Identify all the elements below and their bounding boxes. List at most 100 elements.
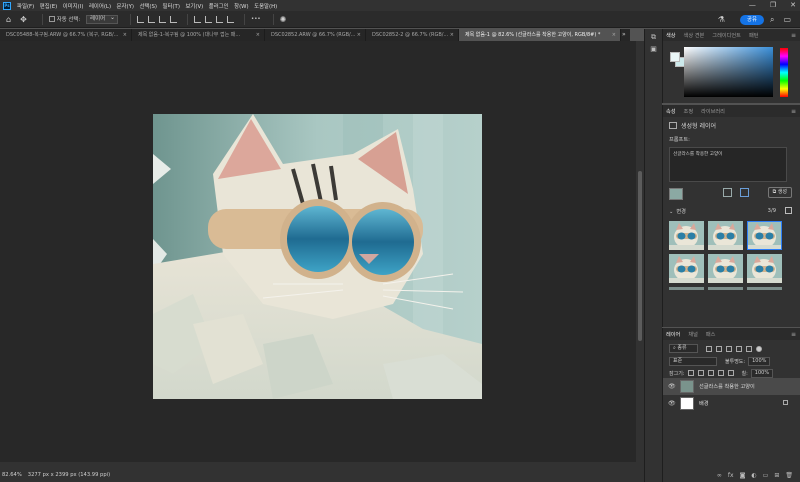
new-layer-icon[interactable]: ⊞ — [774, 472, 779, 479]
layer-name[interactable]: 배경 — [699, 400, 709, 407]
lock-artboard-icon[interactable] — [717, 370, 724, 376]
panel-menu-icon[interactable]: ≡ — [791, 32, 796, 39]
close-tab-icon[interactable]: × — [357, 29, 361, 41]
menu-image[interactable]: 이미지(I) — [63, 2, 84, 10]
layer-name[interactable]: 선글라스를 착용한 고양이 — [699, 383, 755, 390]
shape-filter-icon[interactable] — [735, 345, 742, 352]
tab-libraries[interactable]: 라이브러리 — [701, 108, 725, 115]
workspace-icon[interactable]: ▭ — [783, 15, 791, 24]
lock-transparent-icon[interactable] — [687, 370, 694, 376]
more-options-button[interactable]: ••• — [251, 16, 261, 22]
pixel-filter-icon[interactable] — [705, 345, 712, 352]
layer-item-generated[interactable]: 👁 선글라스를 착용한 고양이 — [663, 378, 800, 395]
menu-filter[interactable]: 필터(T) — [163, 2, 180, 10]
document-info[interactable]: 3277 px x 2399 px (143.99 ppi) — [28, 472, 110, 478]
tab-paths[interactable]: 패스 — [706, 331, 716, 338]
tab-dsc05488[interactable]: DSC05488-복구됨.ARW @ 66.7% (복구, RGB/... × — [0, 29, 132, 41]
type-filter-icon[interactable] — [725, 345, 732, 352]
restore-button[interactable]: ❐ — [770, 1, 776, 10]
adjustment-filter-icon[interactable] — [715, 345, 722, 352]
foreground-color-swatch[interactable] — [670, 52, 680, 62]
visibility-eye-icon[interactable]: 👁 — [668, 383, 677, 390]
variation-thumbnail[interactable] — [669, 221, 704, 250]
tab-untitled-1-active[interactable]: 제목 없음-1 @ 82.6% (선글라스를 착용한 고양이, RGB/8#) … — [459, 29, 621, 41]
flag-icon[interactable] — [723, 188, 732, 197]
3d-mode-icon[interactable]: ✺ — [280, 15, 287, 24]
zoom-level[interactable]: 82.64% — [2, 472, 22, 478]
menu-plugins[interactable]: 플러그인 — [209, 2, 229, 10]
panel-menu-icon[interactable]: ≡ — [791, 331, 796, 338]
prompt-input[interactable]: 선글라스를 착용한 고양이 — [669, 147, 787, 182]
close-tab-icon[interactable]: × — [123, 29, 127, 41]
lock-icon[interactable] — [783, 400, 788, 405]
tab-dsc02852-2[interactable]: DSC02852-2 @ 66.7% (RGB/... × — [366, 29, 459, 41]
menu-edit[interactable]: 편집(E) — [40, 2, 58, 10]
delete-layer-icon[interactable]: 🗑 — [785, 472, 793, 479]
tab-gradients[interactable]: 그레이디언트 — [712, 32, 741, 39]
tab-layers[interactable]: 레이어 — [666, 331, 680, 338]
move-tool-icon[interactable]: ✥ — [20, 15, 27, 24]
home-icon[interactable]: ⌂ — [6, 15, 11, 24]
lock-all-icon[interactable] — [727, 370, 734, 376]
variation-thumbnail[interactable] — [708, 254, 743, 283]
auto-select-target-select[interactable]: 레이어 — [86, 14, 119, 24]
tab-untitled-recovered[interactable]: 제목 없음-1-복구됨 @ 100% (대나무 껍는 패... × — [132, 29, 265, 41]
menu-select[interactable]: 선택(S) — [139, 2, 157, 10]
tab-patterns[interactable]: 패턴 — [749, 32, 759, 39]
layer-style-icon[interactable]: fx — [728, 472, 734, 479]
variation-thumbnail[interactable] — [747, 254, 782, 283]
blend-mode-select[interactable]: 표준 — [669, 356, 717, 366]
generate-button[interactable]: ⧉ 생성 — [767, 187, 792, 198]
align-top-icon[interactable] — [194, 15, 202, 23]
menu-window[interactable]: 창(W) — [234, 2, 249, 10]
opacity-input[interactable]: 100% — [748, 356, 771, 366]
close-button[interactable]: ✕ — [790, 1, 796, 10]
close-tab-icon[interactable]: × — [450, 29, 454, 41]
distribute-vertical-icon[interactable] — [227, 15, 235, 23]
share-button[interactable]: 공유 — [740, 14, 764, 25]
layer-item-background[interactable]: 👁 배경 — [663, 395, 800, 412]
align-center-icon[interactable] — [148, 15, 156, 23]
layer-kind-filter[interactable]: ⌕ 종류 — [669, 344, 698, 353]
align-left-icon[interactable] — [137, 15, 145, 23]
menu-type[interactable]: 문자(Y) — [117, 2, 134, 10]
distribute-icon[interactable] — [170, 15, 178, 23]
search-icon[interactable]: ⌕ — [770, 15, 774, 25]
close-tab-icon[interactable]: × — [256, 29, 260, 41]
tabs-overflow-icon[interactable]: » — [622, 29, 626, 41]
hue-slider[interactable] — [780, 48, 788, 97]
menu-view[interactable]: 보기(V) — [185, 2, 203, 10]
color-picker-field[interactable] — [684, 47, 773, 97]
auto-select-checkbox[interactable] — [48, 16, 55, 22]
fill-input[interactable]: 100% — [750, 368, 774, 378]
reference-image-thumbnail[interactable] — [669, 187, 683, 200]
tab-adjustments[interactable]: 조정 — [684, 108, 694, 115]
canvas-image-cat-with-sunglasses[interactable] — [153, 114, 482, 399]
filter-toggle-icon[interactable] — [755, 345, 762, 352]
tab-color[interactable]: 색상 — [666, 32, 676, 39]
learn-flask-icon[interactable]: ⚗ — [718, 15, 725, 24]
chevron-down-icon[interactable]: ⌄ — [669, 209, 673, 215]
adjustment-layer-icon[interactable]: ◐ — [751, 472, 756, 479]
new-group-icon[interactable]: ▭ — [763, 472, 769, 479]
menu-help[interactable]: 도움말(H) — [254, 2, 277, 10]
visibility-eye-icon[interactable]: 👁 — [668, 400, 677, 407]
menu-layer[interactable]: 레이어(L) — [89, 2, 111, 10]
grid-options-icon[interactable] — [740, 188, 749, 197]
align-right-icon[interactable] — [159, 15, 167, 23]
align-middle-icon[interactable] — [205, 15, 213, 23]
minimize-button[interactable]: — — [749, 1, 756, 10]
variation-thumbnail[interactable] — [747, 221, 782, 250]
add-mask-icon[interactable]: ◙ — [740, 472, 746, 479]
lock-position-icon[interactable] — [707, 370, 714, 376]
panel-menu-icon[interactable]: ≡ — [791, 108, 796, 115]
link-layers-icon[interactable]: ∞ — [717, 472, 722, 479]
comments-icon[interactable]: ▣ — [649, 45, 659, 53]
vertical-scrollbar[interactable] — [636, 41, 644, 469]
tab-dsc02852[interactable]: DSC02852.ARW @ 66.7% (RGB/... × — [265, 29, 366, 41]
history-icon[interactable]: ⧉ — [649, 33, 659, 41]
variation-thumbnail[interactable] — [669, 254, 704, 283]
lock-image-icon[interactable] — [697, 370, 704, 376]
tab-swatches[interactable]: 색상 견본 — [684, 32, 705, 39]
tab-properties[interactable]: 속성 — [666, 108, 676, 115]
